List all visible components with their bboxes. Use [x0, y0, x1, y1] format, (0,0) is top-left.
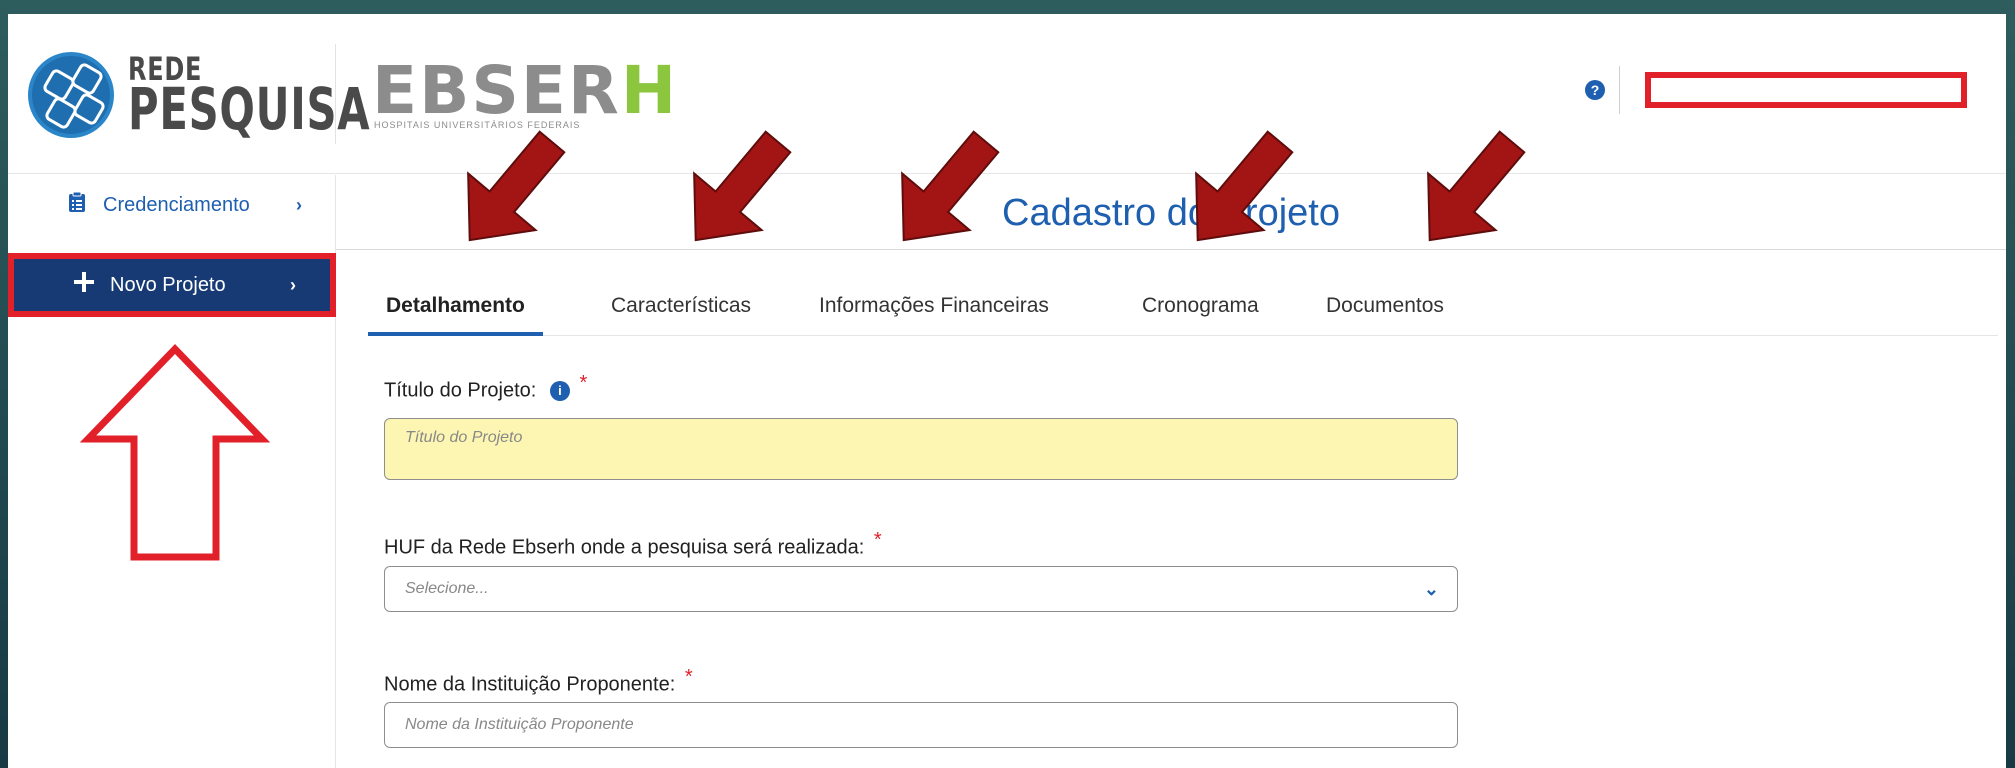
- tab-cronograma[interactable]: Cronograma: [1142, 276, 1259, 336]
- ebserh-logo-h: H: [620, 52, 679, 129]
- sidebar-item-label: Credenciamento: [103, 193, 250, 216]
- user-divider: [1619, 66, 1620, 114]
- required-mark: *: [684, 666, 693, 688]
- sidebar: Credenciamento › Novo Projeto ›: [8, 175, 336, 768]
- clipboard-list-icon: [65, 191, 89, 219]
- tab-informacoes-financeiras[interactable]: Informações Financeiras: [819, 276, 1049, 336]
- sidebar-item-label: Novo Projeto: [110, 273, 226, 296]
- help-icon[interactable]: ?: [1585, 80, 1605, 100]
- rede-logo-line2: PESQUISA: [128, 75, 371, 143]
- titulo-projeto-input[interactable]: [384, 418, 1458, 480]
- header-divider: [335, 44, 336, 144]
- tab-caracteristicas[interactable]: Características: [611, 276, 751, 336]
- huf-label: HUF da Rede Ebserh onde a pesquisa será …: [384, 536, 865, 559]
- user-menu-redacted[interactable]: [1645, 72, 1967, 108]
- huf-label-row: HUF da Rede Ebserh onde a pesquisa será …: [384, 529, 882, 560]
- sidebar-item-novo-projeto[interactable]: Novo Projeto ›: [8, 253, 336, 317]
- huf-select-placeholder: Selecione...: [405, 580, 489, 597]
- sidebar-item-credenciamento[interactable]: Credenciamento ›: [8, 175, 336, 235]
- top-header: REDE PESQUISA EBSERH HOSPITAIS UNIVERSIT…: [8, 14, 2006, 174]
- chevron-right-icon: ›: [296, 194, 302, 215]
- ebserh-logo-main: EBSER: [372, 52, 621, 129]
- required-mark: *: [579, 372, 588, 394]
- rede-pesquisa-emblem-icon: [28, 52, 114, 138]
- instituicao-label: Nome da Instituição Proponente:: [384, 673, 676, 696]
- up-arrow-annotation-icon: [80, 343, 270, 561]
- ebserh-logo[interactable]: EBSERH HOSPITAIS UNIVERSITÁRIOS FEDERAIS: [372, 58, 676, 136]
- rede-pesquisa-logo[interactable]: REDE PESQUISA: [28, 44, 370, 144]
- page-title: Cadastro do Projeto: [1002, 192, 1340, 234]
- form-tabs: Detalhamento Características Informações…: [368, 276, 1998, 336]
- title-divider: [336, 249, 2006, 250]
- instituicao-proponente-input[interactable]: [384, 702, 1458, 748]
- titulo-label-row: Título do Projeto: i *: [384, 372, 587, 403]
- tab-detalhamento[interactable]: Detalhamento: [368, 276, 543, 336]
- app-window: REDE PESQUISA EBSERH HOSPITAIS UNIVERSIT…: [8, 14, 2006, 768]
- ebserh-logo-wordmark: EBSERH: [372, 58, 678, 124]
- huf-select[interactable]: Selecione... ⌄: [384, 566, 1458, 612]
- plus-icon: [72, 271, 96, 299]
- instituicao-label-row: Nome da Instituição Proponente: *: [384, 666, 693, 697]
- required-mark: *: [873, 529, 882, 551]
- chevron-down-icon: ⌄: [1423, 579, 1439, 599]
- titulo-label: Título do Projeto:: [384, 379, 537, 402]
- ebserh-logo-subtitle: HOSPITAIS UNIVERSITÁRIOS FEDERAIS: [374, 120, 581, 130]
- tab-documentos[interactable]: Documentos: [1326, 276, 1444, 336]
- info-icon[interactable]: i: [549, 381, 570, 402]
- chevron-right-icon: ›: [290, 274, 296, 295]
